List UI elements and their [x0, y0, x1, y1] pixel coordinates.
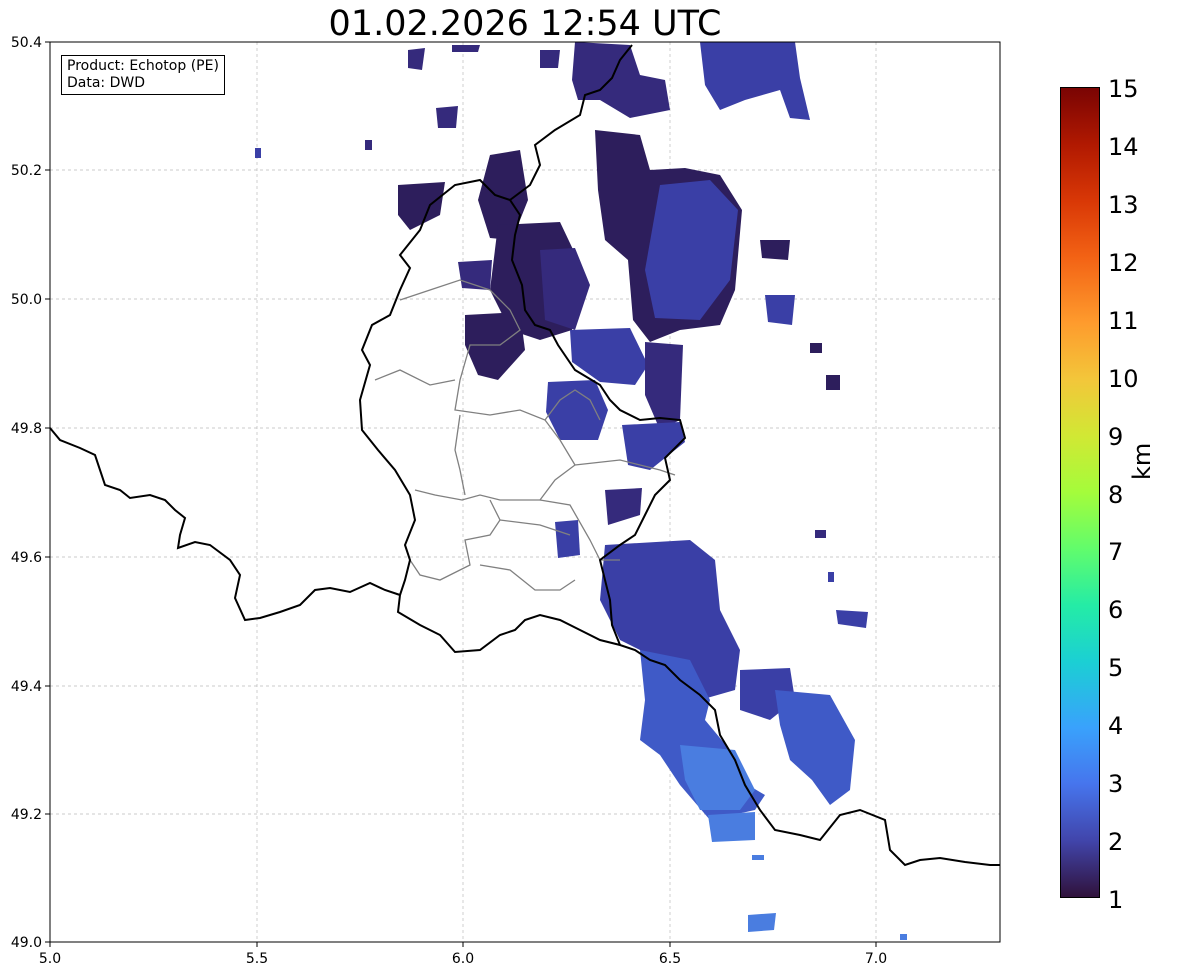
- data-source-label: Data: DWD: [67, 75, 145, 91]
- echo-cell: [255, 148, 261, 158]
- x-tick-label: 7.0: [865, 951, 887, 967]
- product-info-box: Product: Echotop (PE) Data: DWD: [61, 55, 225, 95]
- colorbar-label: 1: [1108, 886, 1124, 914]
- x-axis-ticks: [49, 942, 877, 947]
- echo-cell: [708, 812, 755, 842]
- echo-cell: [365, 140, 372, 150]
- y-tick-label: 49.0: [11, 935, 42, 951]
- echo-cell: [752, 855, 764, 860]
- echo-cell: [748, 913, 776, 932]
- echo-cell: [408, 48, 425, 70]
- y-tick-label: 49.6: [11, 550, 42, 566]
- colorbar-label: 13: [1108, 191, 1139, 219]
- echo-cell: [605, 488, 642, 525]
- x-tick-label: 5.5: [246, 951, 268, 967]
- country-borders: [49, 44, 1000, 867]
- colorbar-label: 4: [1108, 712, 1124, 740]
- colorbar-label: 10: [1108, 365, 1139, 393]
- echo-cell: [680, 745, 755, 810]
- x-tick-labels: 5.0 5.5 6.0 6.5 7.0: [39, 951, 887, 967]
- y-tick-label: 49.8: [11, 421, 42, 437]
- echo-cell: [900, 934, 907, 940]
- colorbar-label: 6: [1108, 596, 1124, 624]
- radar-map: 5.0 5.5 6.0 6.5 7.0 49.0 49.2 49.4 49.6 …: [11, 35, 1001, 967]
- echo-cell: [810, 343, 822, 353]
- echo-cell: [452, 45, 480, 52]
- echo-cell: [572, 42, 670, 118]
- colorbar-label: 14: [1108, 133, 1139, 161]
- y-tick-label: 50.4: [11, 35, 42, 51]
- echo-cell: [826, 375, 840, 390]
- colorbar-label: 9: [1108, 423, 1124, 451]
- colorbar-label: 15: [1108, 75, 1139, 103]
- colorbar-label: 2: [1108, 828, 1124, 856]
- y-tick-label: 50.2: [11, 163, 42, 179]
- echo-cell: [815, 530, 826, 538]
- gridlines: [50, 42, 1000, 942]
- echo-cell: [398, 182, 445, 230]
- echo-cell: [836, 610, 868, 628]
- echo-cell: [645, 342, 683, 430]
- echo-cell: [555, 520, 580, 558]
- colorbar-label: 12: [1108, 249, 1139, 277]
- y-tick-labels: 49.0 49.2 49.4 49.6 49.8 50.0 50.2 50.4: [11, 35, 42, 951]
- colorbar-unit: km: [1128, 442, 1156, 480]
- colorbar-label: 8: [1108, 481, 1124, 509]
- x-tick-label: 6.0: [452, 951, 474, 967]
- x-tick-label: 6.5: [659, 951, 681, 967]
- echo-cell: [570, 328, 648, 385]
- y-tick-label: 49.4: [11, 679, 42, 695]
- echo-cell: [540, 248, 590, 330]
- echo-cell: [540, 50, 560, 68]
- y-axis-ticks: [45, 41, 50, 943]
- echo-cell: [765, 295, 795, 325]
- colorbar-label: 5: [1108, 654, 1124, 682]
- colorbar-label: 7: [1108, 538, 1124, 566]
- y-tick-label: 50.0: [11, 292, 42, 308]
- echo-cell: [546, 380, 608, 440]
- echo-cell: [436, 106, 458, 128]
- product-label: Product: Echotop (PE): [67, 58, 219, 74]
- x-tick-label: 5.0: [39, 951, 61, 967]
- y-tick-label: 49.2: [11, 807, 42, 823]
- colorbar-label: 11: [1108, 307, 1139, 335]
- axes-frame: [49, 41, 1001, 943]
- echo-cell: [700, 42, 810, 120]
- colorbar-label: 3: [1108, 770, 1124, 798]
- echo-cell: [775, 690, 855, 805]
- precipitation-cells: [255, 42, 907, 940]
- colorbar: [1060, 87, 1100, 898]
- echo-cell: [828, 572, 834, 582]
- echo-cell: [760, 240, 790, 260]
